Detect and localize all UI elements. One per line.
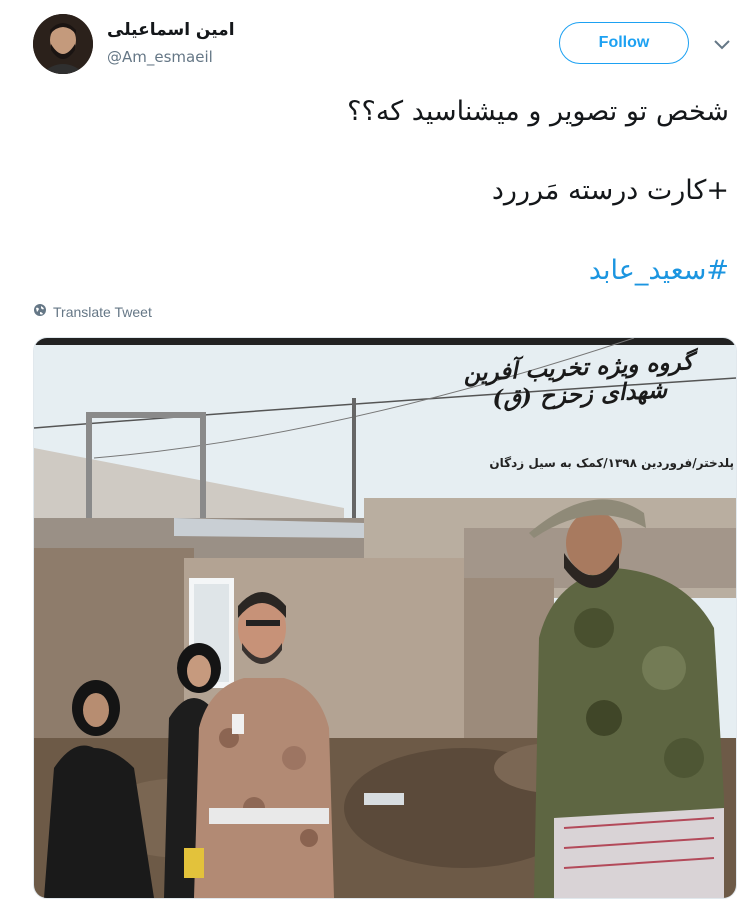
chevron-down-icon[interactable]: [710, 34, 734, 54]
follow-button[interactable]: Follow: [559, 22, 689, 64]
user-display-name[interactable]: امین اسماعیلی: [107, 20, 235, 40]
hashtag-link[interactable]: #سعید_عابد: [589, 255, 729, 286]
tweet-photo[interactable]: گروه ویژه تخریب آفرین شهدای زحزح (ق) پلد…: [33, 337, 737, 899]
user-handle[interactable]: @Am_esmaeil: [107, 48, 213, 66]
translate-label: Translate Tweet: [53, 303, 152, 320]
globe-icon: [33, 303, 47, 320]
user-avatar[interactable]: [33, 14, 93, 74]
photo-overlay-subtitle: پلدختر/فروردین ۱۳۹۸/کمک به سیل زدگان: [489, 456, 734, 470]
tweet-text-line-1: شخص تو تصویر و میشناسید که؟؟: [347, 96, 729, 127]
tweet-text-line-2: +کارت درسته مَرررد: [491, 175, 729, 206]
translate-tweet-button[interactable]: Translate Tweet: [33, 303, 152, 320]
